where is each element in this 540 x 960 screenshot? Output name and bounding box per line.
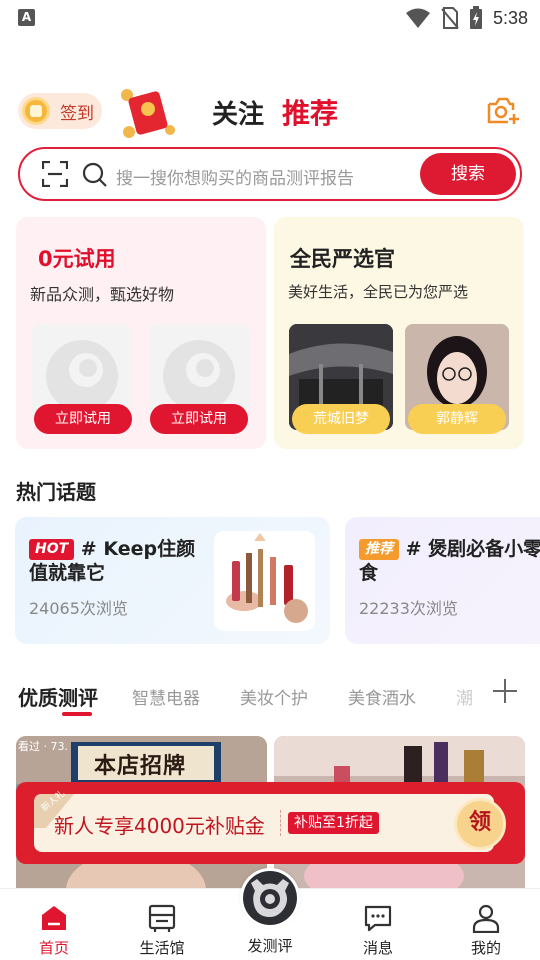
- category-tab-food[interactable]: 美食酒水: [348, 684, 416, 709]
- signin-button[interactable]: 签到: [18, 93, 102, 129]
- search-icon: [82, 162, 107, 187]
- topic-hash: #: [405, 538, 422, 560]
- category-tab-quality[interactable]: 优质测评: [18, 682, 98, 711]
- active-tab-indicator: [62, 712, 92, 716]
- topic-card[interactable]: 推荐 # 煲剧必备小零食 22233次浏览: [345, 517, 540, 644]
- nav-life-label: 生活馆: [139, 939, 185, 957]
- free-trial-subtitle: 新品众测，甄选好物: [30, 285, 175, 304]
- top-header: 签到 关注 推荐: [0, 80, 540, 144]
- topic-title: HOT # Keep住颜值就靠它: [29, 537, 209, 585]
- shop-icon: [148, 904, 176, 932]
- search-bar[interactable]: 搜一搜你想购买的商品测评报告 搜索: [18, 147, 522, 201]
- promo-title: 新人专享4000元补贴金: [54, 814, 265, 838]
- recommend-tag: 推荐: [359, 539, 399, 560]
- category-tabs: 优质测评 智慧电器 美妆个护 美食酒水 潮: [18, 680, 478, 720]
- wifi-icon: [405, 8, 430, 28]
- makeup-products-image: [214, 531, 315, 631]
- post-review-icon: [243, 871, 297, 925]
- search-button[interactable]: 搜索: [420, 153, 516, 195]
- category-tab-appliances[interactable]: 智慧电器: [132, 684, 200, 709]
- tab-recommend[interactable]: 推荐: [282, 92, 338, 132]
- scan-icon[interactable]: [42, 161, 68, 187]
- post-review-button[interactable]: [240, 868, 300, 928]
- user-icon: [472, 904, 500, 933]
- category-tab-beauty[interactable]: 美妆个护: [240, 684, 308, 709]
- message-icon: [364, 905, 392, 932]
- topic-views: 22233次浏览: [359, 599, 458, 618]
- hot-tag: HOT: [29, 539, 75, 560]
- status-icons: 5:38: [405, 6, 528, 30]
- person-name-label[interactable]: 荒城旧梦: [292, 404, 390, 434]
- red-envelope-icon[interactable]: [118, 84, 176, 140]
- topic-card[interactable]: HOT # Keep住颜值就靠它 24065次浏览: [15, 517, 330, 644]
- category-tab-trend[interactable]: 潮: [456, 684, 473, 709]
- nav-life[interactable]: 生活馆: [122, 889, 202, 960]
- hot-topics-heading: 热门话题: [16, 480, 96, 504]
- nav-post-label: 发测评: [247, 937, 293, 955]
- nav-messages[interactable]: 消息: [338, 889, 418, 960]
- battery-charging-icon: [469, 6, 482, 29]
- clock: 5:38: [492, 7, 528, 28]
- free-trial-card[interactable]: 0元试用 新品众测，甄选好物 立即试用 立即试用: [16, 217, 266, 449]
- nav-profile-label: 我的: [470, 939, 501, 957]
- person-name-label[interactable]: 郭静辉: [408, 404, 506, 434]
- nav-home-label: 首页: [38, 939, 69, 957]
- no-sim-icon: [441, 7, 459, 29]
- topic-title: 推荐 # 煲剧必备小零食: [359, 537, 540, 585]
- people-select-card[interactable]: 全民严选官 美好生活，全民已为您严选 荒城旧梦 郭静辉: [274, 217, 524, 449]
- feed-sign-text: 本店招牌: [94, 754, 187, 779]
- people-select-title: 全民严选官: [290, 247, 395, 271]
- try-now-button[interactable]: 立即试用: [34, 404, 132, 434]
- topic-hash: #: [80, 538, 97, 560]
- topic-views: 24065次浏览: [29, 599, 128, 618]
- home-icon: [42, 906, 66, 930]
- nav-profile[interactable]: 我的: [446, 889, 526, 960]
- coin-icon: [22, 97, 50, 125]
- people-select-subtitle: 美好生活，全民已为您严选: [288, 283, 469, 301]
- new-user-promo-banner[interactable]: 新人礼 新人专享4000元补贴金 补贴至1折起 领: [16, 782, 525, 864]
- app-notification-icon: A: [18, 9, 35, 26]
- signin-label: 签到: [60, 103, 94, 124]
- nav-messages-label: 消息: [362, 939, 393, 957]
- promo-claim-button[interactable]: 领: [454, 798, 506, 850]
- nav-home[interactable]: 首页: [14, 889, 94, 960]
- camera-add-icon[interactable]: [486, 96, 520, 126]
- try-now-button[interactable]: 立即试用: [150, 404, 248, 434]
- promo-body: 新人礼 新人专享4000元补贴金 补贴至1折起 领: [34, 789, 506, 852]
- feed-overlay-text: 看过 · 73.: [18, 740, 68, 753]
- search-input[interactable]: 搜一搜你想购买的商品测评报告: [116, 164, 354, 189]
- topic-image: [214, 531, 315, 631]
- promo-divider: [280, 810, 281, 836]
- status-bar: A 5:38: [0, 0, 540, 36]
- tab-follow[interactable]: 关注: [212, 94, 264, 131]
- add-category-icon[interactable]: [490, 676, 520, 706]
- free-trial-title: 0元试用: [38, 247, 116, 271]
- promo-discount-badge: 补贴至1折起: [288, 812, 379, 834]
